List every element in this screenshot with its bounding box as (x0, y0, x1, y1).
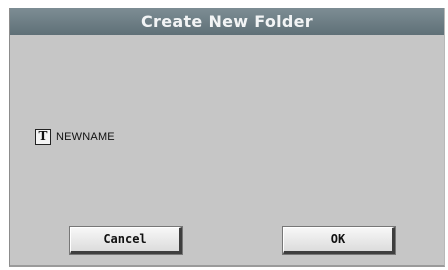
text-edit-icon[interactable]: T (35, 129, 51, 145)
create-folder-dialog: Create New Folder T NEWNAME Cancel OK (9, 8, 445, 267)
folder-name-field[interactable]: T NEWNAME (35, 128, 115, 146)
folder-name-value: NEWNAME (56, 131, 115, 143)
ok-button[interactable]: OK (283, 227, 395, 254)
cancel-button[interactable]: Cancel (70, 227, 182, 254)
dialog-title: Create New Folder (10, 8, 444, 35)
